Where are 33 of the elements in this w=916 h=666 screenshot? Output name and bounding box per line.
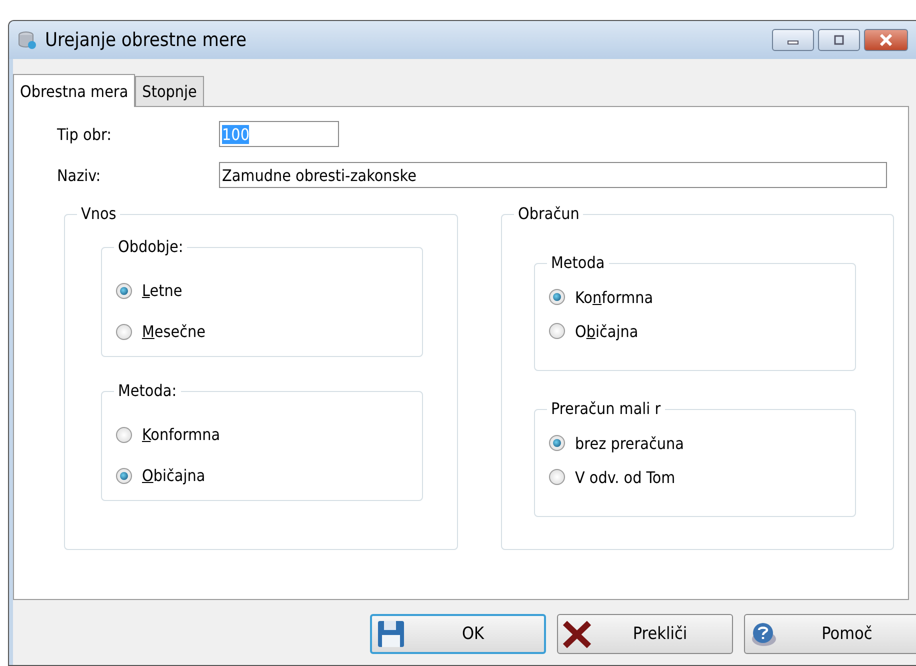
tab[interactable]: Obrestna mera xyxy=(13,74,136,107)
radio-button[interactable] xyxy=(116,282,132,298)
radio-button[interactable] xyxy=(549,435,565,451)
radio-label[interactable]: Običajna xyxy=(575,322,638,340)
radio-label[interactable]: Letne xyxy=(142,281,182,300)
close-icon xyxy=(879,34,893,46)
radio-label[interactable]: brez preračuna xyxy=(575,434,684,452)
field-label: Tip obr: xyxy=(56,124,112,144)
radio-label[interactable]: V odv. od Tom xyxy=(575,468,676,486)
field-label: Naziv: xyxy=(56,166,102,184)
x-icon xyxy=(562,619,592,649)
radio-label[interactable]: Mesečne xyxy=(142,322,206,341)
radio-label[interactable]: Konformna xyxy=(575,288,654,306)
radio-button[interactable] xyxy=(116,426,132,442)
tab[interactable]: Stopnje xyxy=(135,76,204,106)
close-button[interactable] xyxy=(864,29,908,51)
radio-button[interactable] xyxy=(549,289,565,305)
database-icon xyxy=(17,30,37,50)
radio-button[interactable] xyxy=(116,324,132,340)
radio-button[interactable] xyxy=(116,468,132,484)
maximize-button[interactable] xyxy=(818,29,860,51)
radio-label[interactable]: Konformna xyxy=(142,425,220,444)
input-field[interactable]: Zamudne obresti-zakonske xyxy=(219,162,887,188)
radio-label[interactable]: Običajna xyxy=(142,466,206,485)
ok-button[interactable]: OK xyxy=(370,614,546,654)
minimize-button[interactable] xyxy=(772,29,814,51)
window-title: Urejanje obrestne mere xyxy=(45,29,247,51)
help-button[interactable]: Pomoč xyxy=(744,614,916,654)
radio-button[interactable] xyxy=(549,323,565,339)
maximize-icon xyxy=(832,35,846,45)
group-title: Obdobje: xyxy=(114,237,188,256)
radio-button[interactable] xyxy=(549,469,565,485)
cancel-button[interactable]: Prekliči xyxy=(557,614,733,654)
